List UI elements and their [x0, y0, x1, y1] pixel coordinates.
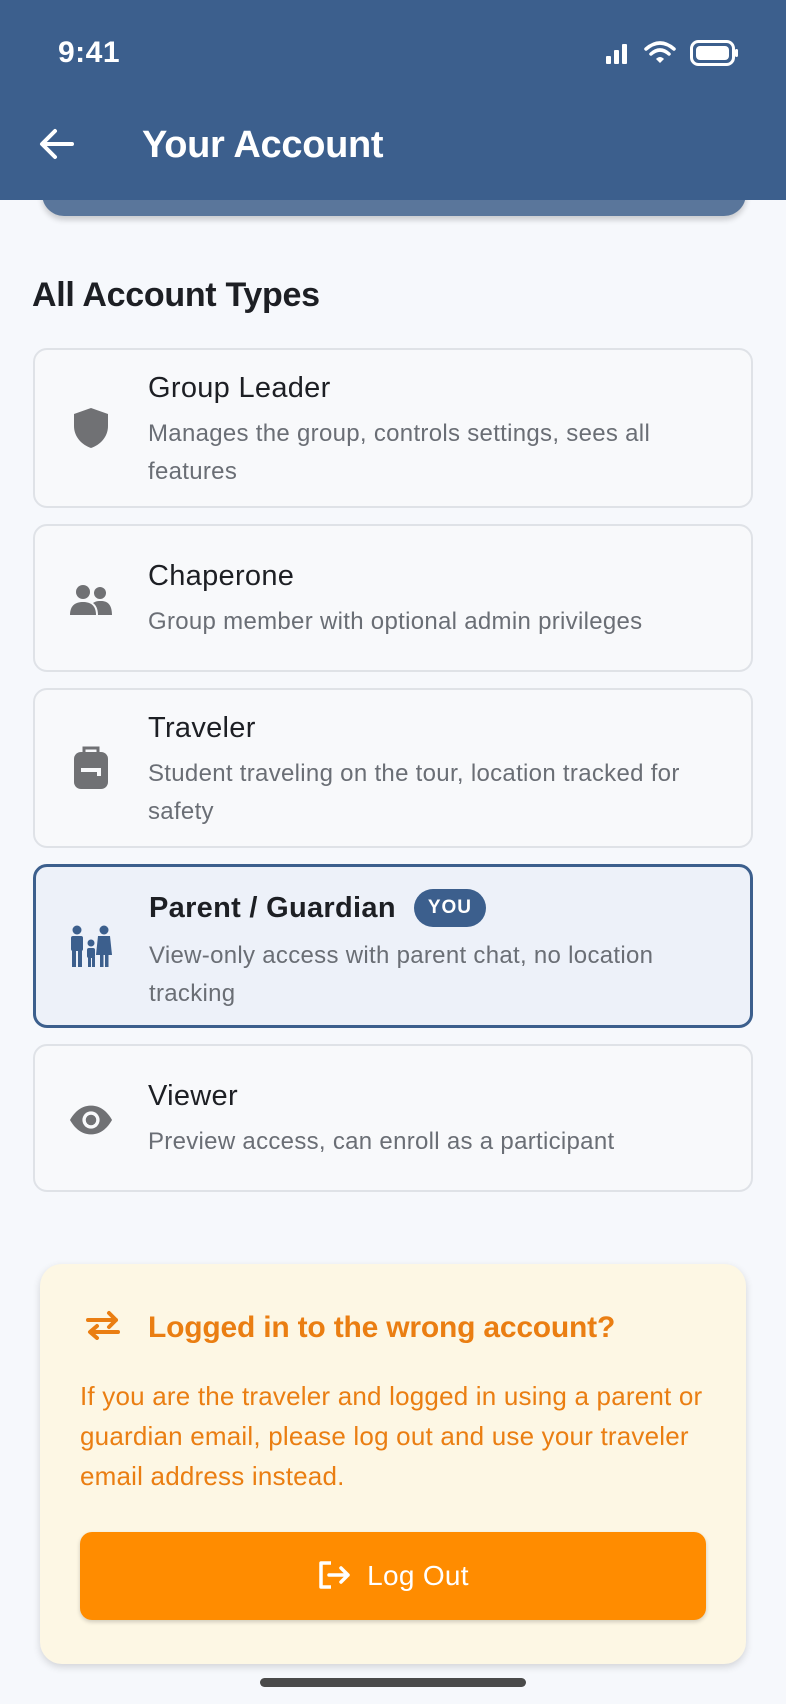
backpack-icon: [69, 746, 113, 790]
you-badge: YOU: [413, 889, 487, 927]
account-type-title-text: Parent / Guardian: [149, 891, 396, 924]
logout-button[interactable]: Log Out: [80, 1532, 706, 1620]
wrong-account-title: Logged in to the wrong account?: [148, 1310, 616, 1344]
account-type-description: Preview access, can enroll as a particip…: [148, 1128, 615, 1155]
back-button[interactable]: [32, 118, 80, 174]
signal-icon: [604, 42, 630, 69]
app-bar: 9:41 Your Account: [0, 0, 786, 200]
account-type-viewer[interactable]: Viewer Preview access, can enroll as a p…: [33, 1044, 753, 1192]
account-type-chaperone[interactable]: Chaperone Group member with optional adm…: [33, 524, 753, 672]
shield-icon: [69, 406, 113, 450]
account-type-title: Chaperone: [148, 560, 295, 592]
account-type-title: Viewer: [148, 1080, 238, 1112]
account-type-traveler[interactable]: Traveler Student traveling on the tour, …: [33, 688, 753, 848]
account-type-title: Group Leader: [148, 372, 331, 404]
wrong-account-header: Logged in to the wrong account?: [84, 1310, 615, 1345]
account-type-description: Student traveling on the tour, location …: [148, 760, 680, 825]
battery-icon: [690, 40, 740, 71]
account-type-parent-guardian[interactable]: Parent / Guardian YOU View-only access w…: [33, 864, 753, 1028]
wifi-icon: [644, 41, 676, 70]
eye-icon: [69, 1098, 113, 1142]
account-type-group-leader[interactable]: Group Leader Manages the group, controls…: [33, 348, 753, 508]
account-type-description: Group member with optional admin privile…: [148, 608, 643, 635]
swap-arrows-icon: [84, 1310, 122, 1345]
wrong-account-message: If you are the traveler and logged in us…: [80, 1381, 703, 1491]
status-icons: [604, 40, 740, 71]
logout-icon: [317, 1560, 351, 1593]
account-screen: 9:41 Your Account All Account Types Grou…: [0, 0, 786, 1704]
account-type-title: Traveler: [148, 712, 256, 744]
wrong-account-card: Logged in to the wrong account? If you a…: [40, 1264, 746, 1664]
account-type-description: View-only access with parent chat, no lo…: [149, 942, 654, 1007]
arrow-left-icon: [38, 128, 74, 165]
status-time: 9:41: [58, 36, 121, 69]
section-title: All Account Types: [32, 276, 320, 314]
account-type-title: Parent / Guardian YOU: [149, 889, 726, 927]
page-title: Your Account: [142, 124, 384, 166]
family-icon: [68, 925, 112, 969]
home-indicator[interactable]: [260, 1678, 526, 1687]
account-type-description: Manages the group, controls settings, se…: [148, 420, 651, 485]
people-icon: [69, 578, 113, 622]
logout-label: Log Out: [367, 1560, 469, 1591]
